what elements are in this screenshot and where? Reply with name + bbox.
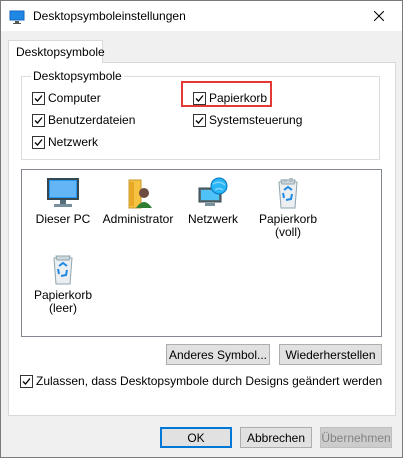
checkbox-box[interactable] — [32, 135, 45, 149]
ok-button[interactable]: OK — [160, 427, 232, 448]
dialog-window: Desktopsymboleinstellungen Desktopsymbol… — [0, 0, 403, 458]
network-icon — [198, 177, 228, 206]
icon-item-recycle-bin-empty[interactable]: Papierkorb (leer) — [24, 252, 102, 315]
user-folder-icon — [128, 179, 152, 209]
window-title: Desktopsymboleinstellungen — [33, 9, 186, 23]
cancel-button[interactable]: Abbrechen — [240, 427, 312, 448]
recycle-bin-empty-icon — [53, 255, 73, 285]
group-legend: Desktopsymbole — [31, 69, 124, 83]
icon-item-this-pc[interactable]: Dieser PC — [24, 176, 102, 226]
checkmark-icon — [34, 116, 43, 124]
checkbox-box[interactable] — [32, 91, 45, 105]
checkbox-label: Benutzerdateien — [48, 113, 136, 127]
checkbox-computer[interactable]: Computer — [32, 90, 101, 106]
checkbox-box[interactable] — [193, 113, 206, 127]
change-icon-button[interactable]: Anderes Symbol... — [166, 344, 270, 365]
icon-item-recycle-bin-full[interactable]: Papierkorb (voll) — [249, 176, 327, 239]
checkbox-label: Computer — [48, 91, 101, 105]
checkmark-icon — [34, 138, 43, 146]
checkbox-label: Netzwerk — [48, 135, 99, 149]
checkbox-label: Zulassen, dass Desktopsymbole durch Desi… — [36, 374, 383, 388]
icon-item-network[interactable]: Netzwerk — [174, 176, 252, 226]
checkbox-network[interactable]: Netzwerk — [32, 134, 98, 150]
tab-desktop-icons[interactable]: Desktopsymbole — [8, 40, 105, 63]
icon-item-administrator[interactable]: Administrator — [99, 176, 177, 226]
icon-list[interactable]: Dieser PC Administrator Netzwerk Papierk… — [21, 169, 382, 337]
highlight-box — [181, 81, 272, 107]
restore-default-button[interactable]: Wiederherstellen — [279, 344, 382, 365]
computer-icon — [47, 178, 79, 207]
checkbox-control-panel[interactable]: Systemsteuerung — [193, 112, 302, 128]
checkmark-icon — [34, 94, 43, 102]
icon-label-line2: (voll) — [275, 225, 301, 239]
desktop-settings-icon — [9, 9, 25, 25]
recycle-bin-full-icon — [278, 178, 298, 209]
title-bar[interactable]: Desktopsymboleinstellungen — [1, 1, 402, 31]
allow-themes-checkbox[interactable]: Zulassen, dass Desktopsymbole durch Desi… — [20, 373, 382, 389]
icon-label: Administrator — [102, 212, 174, 226]
icon-label-line2: (leer) — [48, 301, 77, 315]
checkbox-user-files[interactable]: Benutzerdateien — [32, 112, 135, 128]
apply-button[interactable]: Übernehmen — [320, 427, 392, 448]
checkbox-box[interactable] — [32, 113, 45, 127]
checkbox-label: Systemsteuerung — [209, 113, 303, 127]
close-icon — [374, 11, 384, 21]
icon-label: Dieser PC — [35, 212, 91, 226]
checkbox-box[interactable] — [20, 374, 33, 388]
icon-label: Netzwerk — [187, 212, 238, 226]
checkmark-icon — [195, 116, 204, 124]
close-button[interactable] — [356, 1, 402, 31]
tab-label: Desktopsymbole — [16, 45, 105, 59]
checkmark-icon — [22, 377, 31, 385]
